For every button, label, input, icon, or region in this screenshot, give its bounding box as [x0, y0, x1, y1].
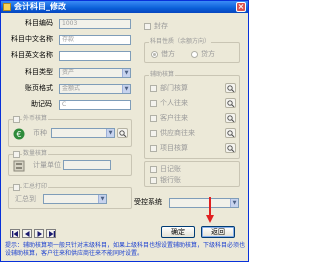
magnifier-icon [227, 85, 235, 92]
bank-journal-checkbox[interactable] [150, 177, 157, 184]
magnifier-icon [227, 115, 235, 122]
quantity-group: 数量核算 计量单位 [8, 150, 132, 176]
red-arrow-icon [206, 197, 214, 223]
prev-record-button[interactable] [22, 229, 32, 238]
format-select[interactable]: 金额式 ▼ [59, 84, 131, 94]
debit-label: 借方 [161, 50, 175, 58]
chevron-down-icon[interactable]: ▼ [122, 85, 130, 93]
bank-journal-label: 银行账 [160, 176, 181, 184]
code-field[interactable]: 1003 [59, 19, 131, 29]
chevron-down-icon[interactable]: ▼ [122, 69, 130, 77]
chevron-down-icon[interactable]: ▼ [230, 199, 238, 207]
mnemonic-label: 助记码 [31, 100, 52, 108]
en-name-label: 科目英文名称 [11, 51, 53, 59]
dialog-window: 会计科目_修改 × 科目编码 1003 科目中文名称 存款 科目英文名称 科目类… [0, 0, 249, 262]
credit-label: 贷方 [201, 50, 215, 58]
type-select-value: 资产 [62, 69, 75, 76]
aux-label-customer: 客户往来 [160, 114, 188, 122]
title-bar: 会计科目_修改 × [1, 1, 248, 13]
next-icon [37, 231, 42, 237]
magnifier-icon [119, 130, 127, 137]
debit-radio[interactable] [151, 51, 158, 58]
unit-field[interactable] [63, 160, 111, 170]
code-label: 科目编码 [25, 19, 53, 27]
svg-text:€: € [16, 130, 21, 139]
aux-checkbox-customer[interactable] [150, 115, 157, 122]
aux-checkbox-dept[interactable] [150, 85, 157, 92]
summary-print-group: 汇总打印 汇总到 ▼ [8, 183, 132, 209]
back-button[interactable]: 返回 [201, 226, 235, 238]
next-record-button[interactable] [34, 229, 44, 238]
quantity-icon [13, 160, 25, 172]
type-label: 科目类型 [25, 68, 53, 76]
credit-radio[interactable] [191, 51, 198, 58]
foreign-currency-checkbox[interactable] [13, 116, 20, 123]
unit-label: 计量单位 [33, 161, 61, 169]
confirm-button[interactable]: 确定 [161, 226, 195, 238]
aux-checkbox-project[interactable] [150, 145, 157, 152]
magnifier-icon [227, 145, 235, 152]
app-icon [3, 3, 11, 11]
hint-text: 提示：辅助核算项一般只针对末级科目，如果上级科目也想设置辅助核算，下级科目必须也… [5, 242, 246, 257]
first-record-button[interactable] [10, 229, 20, 238]
aux-lookup-dept[interactable] [225, 83, 236, 93]
daily-journal-label: 日记账 [160, 165, 181, 173]
aux-lookup-personal[interactable] [225, 98, 236, 108]
magnifier-icon [227, 100, 235, 107]
currency-select[interactable]: ▼ [51, 128, 115, 138]
currency-lookup-button[interactable] [117, 128, 128, 138]
summary-print-title: 汇总打印 [22, 183, 49, 191]
first-icon [12, 231, 18, 237]
close-icon[interactable]: × [236, 2, 246, 12]
prev-icon [25, 231, 30, 237]
window-title: 会计科目_修改 [14, 2, 66, 11]
aux-label-dept: 部门核算 [160, 84, 188, 92]
format-label: 账页格式 [25, 84, 53, 92]
sealed-label: 封存 [154, 22, 168, 30]
aux-checkbox-supplier[interactable] [150, 130, 157, 137]
cn-name-label: 科目中文名称 [11, 35, 53, 43]
en-name-field[interactable] [59, 51, 131, 61]
currency-icon: € [13, 128, 25, 140]
aux-lookup-customer[interactable] [225, 113, 236, 123]
currency-label: 币种 [33, 129, 47, 137]
aux-label-personal: 个人往来 [160, 99, 188, 107]
sealed-checkbox[interactable] [144, 23, 151, 30]
summary-print-checkbox[interactable] [13, 184, 20, 191]
quantity-checkbox[interactable] [13, 151, 20, 158]
last-icon [49, 231, 55, 237]
aux-label-supplier: 供应商往来 [160, 129, 195, 137]
control-system-select[interactable]: ▼ [169, 198, 239, 208]
aux-checkbox-personal[interactable] [150, 100, 157, 107]
balance-direction-title: 科目性质（余额方向） [149, 38, 212, 46]
aux-lookup-project[interactable] [225, 143, 236, 153]
mnemonic-field[interactable]: C [59, 100, 131, 110]
magnifier-icon [227, 130, 235, 137]
aux-accounting-group: 辅助核算 部门核算 个人往来 客户往来 供应商往来 项目核算 [144, 71, 240, 159]
control-system-label: 受控系统 [134, 198, 162, 206]
chevron-down-icon[interactable]: ▼ [106, 129, 114, 137]
aux-label-project: 项目核算 [160, 144, 188, 152]
quantity-title: 数量核算 [22, 150, 49, 158]
journal-group: 日记账 银行账 [144, 161, 240, 187]
daily-journal-checkbox[interactable] [150, 166, 157, 173]
cn-name-field[interactable]: 存款 [59, 35, 131, 45]
type-select[interactable]: 资产 ▼ [59, 68, 131, 78]
chevron-down-icon[interactable]: ▼ [98, 195, 106, 203]
balance-direction-group: 科目性质（余额方向） 借方 贷方 [144, 38, 240, 63]
summary-to-label: 汇总到 [15, 195, 36, 203]
summary-to-select[interactable]: ▼ [43, 194, 107, 204]
foreign-currency-group: 外币核算 € 币种 ▼ [8, 115, 132, 147]
aux-accounting-title: 辅助核算 [149, 71, 176, 79]
last-record-button[interactable] [46, 229, 56, 238]
format-select-value: 金额式 [62, 85, 81, 92]
foreign-currency-title: 外币核算 [22, 115, 49, 123]
aux-lookup-supplier[interactable] [225, 128, 236, 138]
